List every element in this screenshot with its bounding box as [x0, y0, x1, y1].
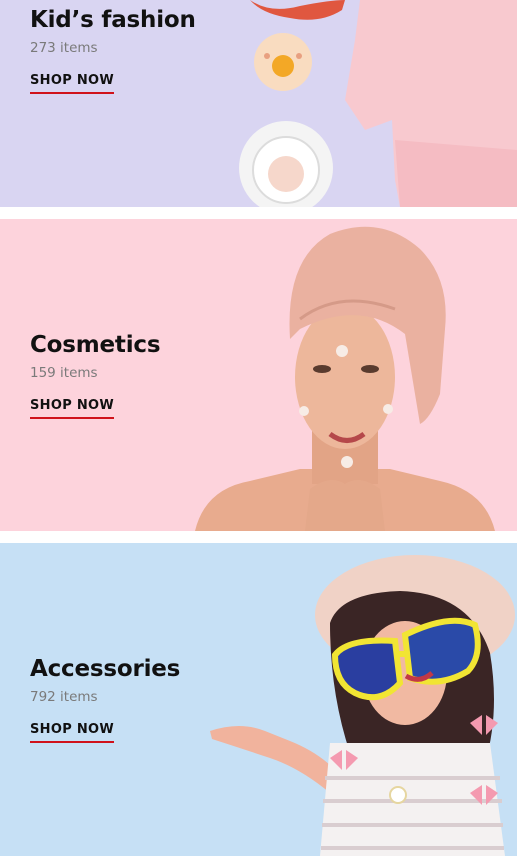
shop-now-link[interactable]: SHOP NOW — [30, 722, 115, 743]
hand — [210, 726, 338, 793]
category-title: Cosmetics — [30, 332, 161, 358]
face — [295, 305, 395, 449]
onesie-hem — [395, 140, 517, 207]
category-title: Kid’s fashion — [30, 7, 196, 33]
shop-now-link[interactable]: SHOP NOW — [30, 398, 115, 419]
item-count: 159 items — [30, 365, 98, 381]
shop-now-link[interactable]: SHOP NOW — [30, 73, 115, 94]
category-banner-kids-fashion[interactable]: Kid’s fashion 273 items SHOP NOW — [0, 0, 517, 207]
item-count: 273 items — [30, 40, 98, 56]
flower — [389, 786, 407, 804]
category-title: Accessories — [30, 656, 181, 682]
hands — [305, 480, 385, 531]
item-count: 792 items — [30, 689, 98, 705]
category-banner-accessories[interactable]: Accessories 792 items SHOP NOW — [0, 543, 517, 856]
sunglasses — [331, 637, 404, 701]
category-banner-cosmetics[interactable]: Cosmetics 159 items SHOP NOW — [0, 219, 517, 531]
knitted-toy — [250, 0, 345, 20]
